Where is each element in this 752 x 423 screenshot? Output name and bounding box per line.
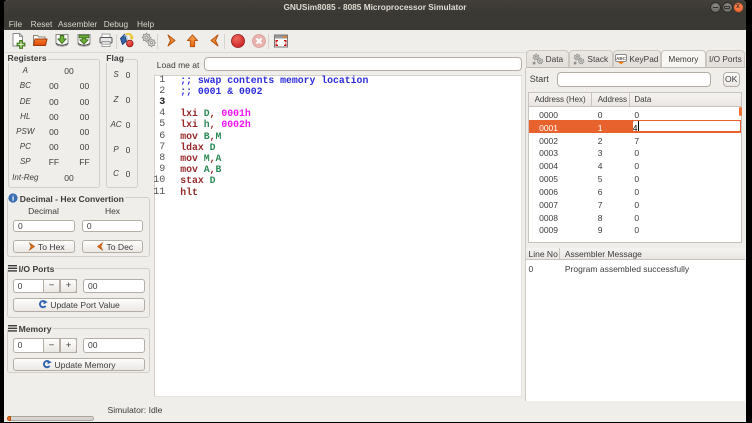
svg-text:i: i [12,194,14,203]
svg-text:ABC: ABC [616,56,626,61]
